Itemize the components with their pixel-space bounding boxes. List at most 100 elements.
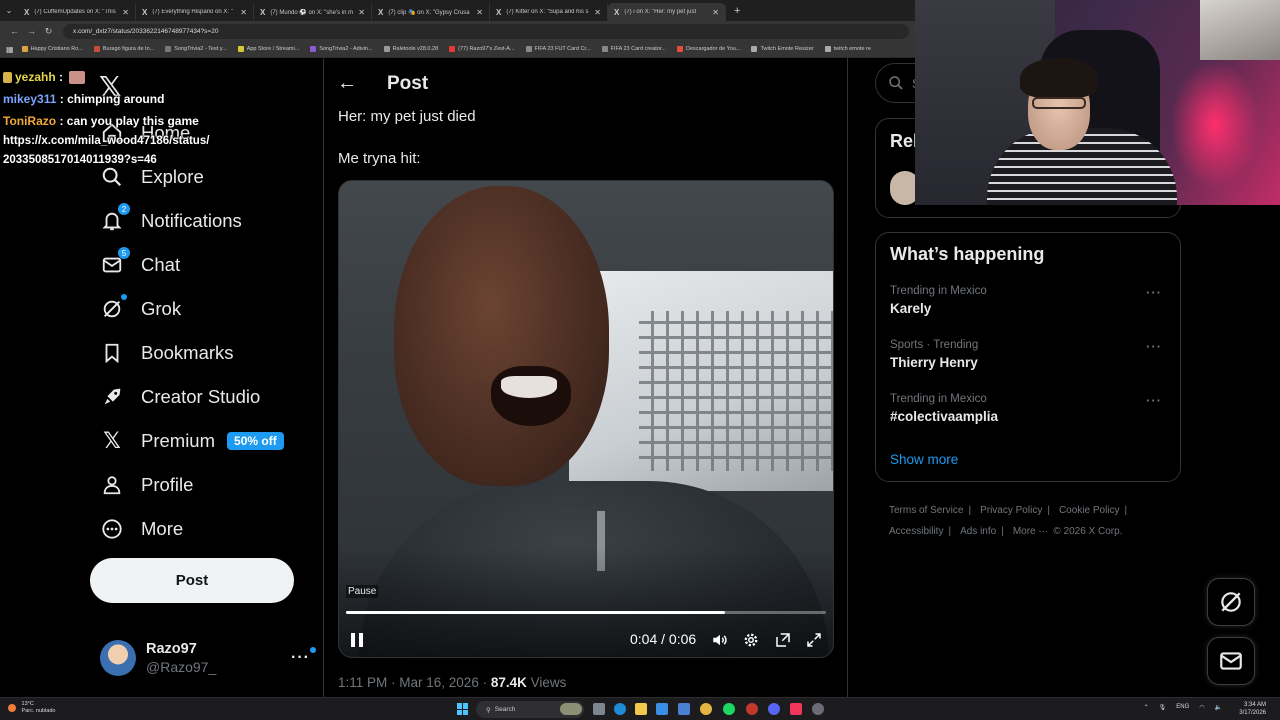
- nav-item-creator-studio[interactable]: Creator Studio: [100, 382, 260, 412]
- weather-widget[interactable]: 13°C Parc. nublado: [8, 701, 55, 715]
- video-frame-person-head: [394, 186, 609, 486]
- nav-item-bookmarks[interactable]: Bookmarks: [100, 338, 234, 368]
- pip-button[interactable]: [772, 629, 794, 651]
- browser-tab[interactable]: X (7) Everything Hispano on X: " ✕: [136, 3, 254, 21]
- bookmark-item[interactable]: SongTrivia2 - Adivin...: [310, 46, 373, 52]
- chat-message: yezahh :: [3, 66, 233, 88]
- account-info: Razo97 @Razo97_: [146, 641, 216, 675]
- apps-grid-icon[interactable]: ▦: [6, 45, 14, 54]
- discord-icon[interactable]: [768, 703, 780, 715]
- account-switcher[interactable]: Razo97 @Razo97_ ···: [100, 638, 316, 678]
- more-horizontal-icon[interactable]: ···: [1146, 285, 1162, 300]
- bookmark-item[interactable]: FIFA 23 FUT Card Cr...: [525, 46, 591, 52]
- browser-tab[interactable]: X (7) clip 🎭 on X: "Gypsy Crusa ✕: [372, 3, 490, 21]
- bookmark-item[interactable]: Happy Cristiano Ro...: [21, 46, 83, 52]
- volume-icon[interactable]: 🔈: [1215, 704, 1222, 711]
- music-icon[interactable]: [790, 703, 802, 715]
- store-icon[interactable]: [656, 703, 668, 715]
- trend-item[interactable]: Sports · Trending Thierry Henry ···: [890, 339, 1170, 370]
- x-favicon-icon: X: [614, 7, 620, 17]
- close-tab-icon[interactable]: ✕: [594, 8, 601, 17]
- nav-item-more[interactable]: More: [100, 514, 183, 544]
- grok-float-button[interactable]: [1207, 578, 1255, 626]
- new-tab-button[interactable]: +: [734, 5, 740, 17]
- bookmark-item[interactable]: Burago figura de to...: [93, 46, 154, 52]
- bookmark-icon: [100, 341, 124, 365]
- back-nav-icon[interactable]: ←: [6, 26, 23, 36]
- more-horizontal-icon[interactable]: ···: [1146, 339, 1162, 354]
- chrome-icon[interactable]: [700, 703, 712, 715]
- more-horizontal-icon[interactable]: ···: [1146, 393, 1162, 408]
- language-indicator[interactable]: ENG: [1176, 704, 1189, 711]
- nav-item-grok[interactable]: Grok: [100, 294, 181, 324]
- back-arrow-icon[interactable]: ←: [337, 72, 357, 95]
- footer-link-terms[interactable]: Terms of Service: [889, 505, 963, 516]
- fullscreen-icon: [807, 633, 821, 647]
- clock[interactable]: 3:34 AM 3/17/2026: [1239, 701, 1266, 717]
- search-icon: [889, 76, 903, 90]
- edge-browser-icon[interactable]: [614, 703, 626, 715]
- nav-item-notifications[interactable]: 2 Notifications: [100, 203, 242, 236]
- pause-button[interactable]: [345, 629, 369, 651]
- post-button[interactable]: Post: [90, 558, 294, 603]
- more-horizontal-icon[interactable]: ···: [291, 647, 316, 667]
- wifi-icon[interactable]: ◠: [1199, 704, 1204, 711]
- bookmark-item[interactable]: (77) Razo97's Zest-A...: [449, 46, 515, 52]
- bookmark-item[interactable]: Twitch Emote Resizer: [751, 46, 814, 52]
- os-taskbar: 13°C Parc. nublado ⚲ Search ⌃ 🎙 ENG ◠ 🔈 3…: [0, 697, 1280, 720]
- file-explorer-icon[interactable]: [635, 703, 647, 715]
- post-view-count: 87.4K: [490, 675, 527, 690]
- windows-start-icon[interactable]: [457, 703, 469, 715]
- close-tab-icon[interactable]: ✕: [712, 8, 719, 17]
- browser-tab-active[interactable]: X (7) i on X: "Her: my pet just ✕: [608, 3, 726, 21]
- video-player[interactable]: [338, 180, 834, 658]
- footer-link-privacy[interactable]: Privacy Policy: [980, 505, 1042, 516]
- close-tab-icon[interactable]: ✕: [476, 8, 483, 17]
- bookmark-item[interactable]: Raletools v28.0.28: [383, 46, 438, 52]
- bookmark-item[interactable]: Descargador de You...: [677, 46, 740, 52]
- browser-tab[interactable]: X (7) Mundo ⚽ on X: "she's in m ✕: [254, 3, 372, 21]
- video-progress-bar[interactable]: [346, 611, 826, 614]
- trend-item[interactable]: Trending in Mexico Karely ···: [890, 285, 1170, 316]
- settings-button[interactable]: [740, 629, 762, 651]
- app-icon[interactable]: [746, 703, 758, 715]
- spotify-icon[interactable]: [723, 703, 735, 715]
- bookmark-item[interactable]: FIFA 23 Card creator...: [601, 46, 666, 52]
- messages-float-button[interactable]: [1207, 637, 1255, 685]
- browser-tab[interactable]: X (7) CuffemUpdates on X: "This ✕: [18, 3, 136, 21]
- close-tab-icon[interactable]: ✕: [122, 8, 129, 17]
- whats-happening-panel: What’s happening Trending in Mexico Kare…: [875, 232, 1181, 482]
- footer-link-ads-info[interactable]: Ads info: [960, 526, 996, 537]
- volume-button[interactable]: [709, 629, 731, 651]
- bookmark-item[interactable]: SongTrivia2 - Test y...: [165, 46, 227, 52]
- mail-app-icon[interactable]: [678, 703, 690, 715]
- footer-link-accessibility[interactable]: Accessibility: [889, 526, 943, 537]
- forward-nav-icon[interactable]: →: [23, 26, 40, 36]
- obs-icon[interactable]: [812, 703, 824, 715]
- show-more-link[interactable]: Show more: [890, 452, 958, 467]
- mic-icon[interactable]: 🎙: [1159, 704, 1167, 711]
- footer-link-more[interactable]: More ···: [1013, 526, 1049, 537]
- url-field[interactable]: x.com/_dxlz7/status/2033622146748977434?…: [63, 23, 909, 39]
- browser-tab[interactable]: X (7) Kitter on X: "Supa and his s ✕: [490, 3, 608, 21]
- bookmark-item[interactable]: App Store / Streami...: [237, 46, 299, 52]
- bookmark-item[interactable]: twitch emote re: [824, 46, 871, 52]
- nav-item-premium[interactable]: 𝕏 Premium 50% off: [100, 426, 284, 456]
- chevron-up-icon[interactable]: ⌃: [1144, 704, 1149, 711]
- nav-item-chat[interactable]: 5 Chat: [100, 247, 180, 280]
- whats-happening-title: What’s happening: [890, 244, 1045, 264]
- account-handle: @Razo97_: [146, 659, 217, 675]
- nav-item-profile[interactable]: Profile: [100, 470, 193, 500]
- x-logo-icon: 𝕏: [103, 428, 121, 453]
- task-view-icon[interactable]: [593, 703, 605, 715]
- trend-item[interactable]: Trending in Mexico #colectivaamplia ···: [890, 393, 1170, 424]
- system-tray[interactable]: ⌃ 🎙 ENG ◠ 🔈: [1144, 704, 1222, 711]
- tab-search-button[interactable]: ⌄: [0, 6, 18, 15]
- close-tab-icon[interactable]: ✕: [240, 8, 247, 17]
- fullscreen-button[interactable]: [803, 629, 825, 651]
- reload-icon[interactable]: ↻: [40, 26, 57, 37]
- close-tab-icon[interactable]: ✕: [358, 8, 365, 17]
- video-time: 0:04 / 0:06: [630, 631, 697, 647]
- chat-username: mikey311: [3, 92, 57, 106]
- footer-link-cookies[interactable]: Cookie Policy: [1059, 505, 1120, 516]
